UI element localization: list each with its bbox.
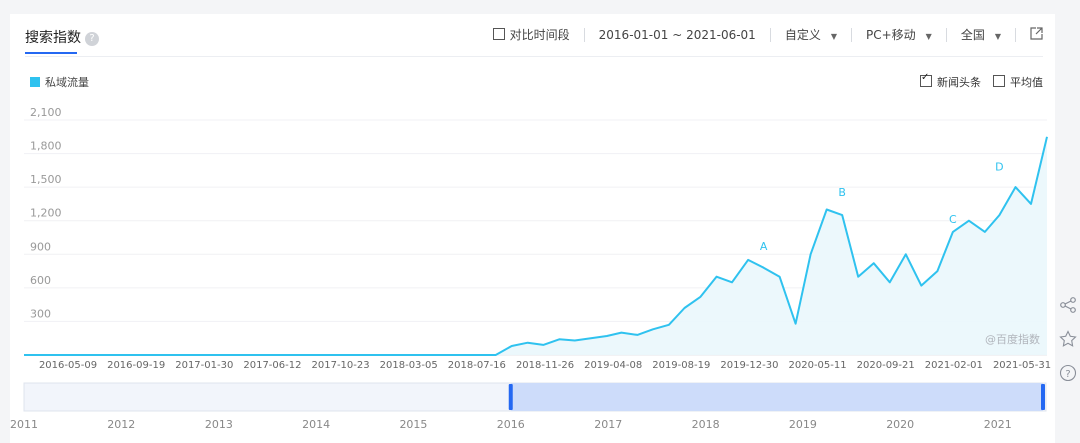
navigator-handle-left bbox=[508, 384, 513, 410]
x-tick-label: 2021-02-01 bbox=[925, 360, 983, 371]
star-icon[interactable] bbox=[1058, 330, 1078, 350]
x-tick-label: 2017-06-12 bbox=[243, 360, 301, 371]
annotation-a: A bbox=[760, 240, 768, 253]
x-tick-label: 2016-05-09 bbox=[39, 360, 97, 371]
navigator-year-label: 2021 bbox=[984, 418, 1012, 431]
navigator-year-label: 2016 bbox=[497, 418, 525, 431]
y-tick-label: 300 bbox=[30, 307, 51, 320]
navigator-handle-right bbox=[1041, 384, 1045, 410]
share-icon[interactable] bbox=[1058, 296, 1078, 316]
x-tick-label: 2020-05-11 bbox=[789, 360, 847, 371]
side-toolbar: ? bbox=[1058, 296, 1078, 384]
navigator-year-label: 2015 bbox=[399, 418, 427, 431]
navigator-year-label: 2012 bbox=[107, 418, 135, 431]
y-tick-label: 1,800 bbox=[30, 140, 62, 153]
navigator-year-label: 2019 bbox=[789, 418, 817, 431]
x-tick-label: 2019-12-30 bbox=[720, 360, 778, 371]
x-tick-label: 2017-01-30 bbox=[175, 360, 233, 371]
x-tick-label: 2017-10-23 bbox=[312, 360, 370, 371]
navigator-year-label: 2013 bbox=[205, 418, 233, 431]
navigator-year-label: 2020 bbox=[886, 418, 914, 431]
y-tick-label: 1,500 bbox=[30, 173, 62, 186]
x-axis: 2016-05-09 2016-09-19 2017-01-30 2017-06-12… bbox=[39, 360, 1051, 371]
x-tick-label: 2016-09-19 bbox=[107, 360, 165, 371]
annotation-c: C bbox=[949, 213, 957, 226]
trend-area bbox=[24, 136, 1047, 355]
x-tick-label: 2018-11-26 bbox=[516, 360, 574, 371]
navigator-year-label: 2011 bbox=[10, 418, 38, 431]
x-tick-label: 2018-03-05 bbox=[380, 360, 438, 371]
trend-chart[interactable]: 300 600 900 1,200 1,500 1,800 2,100 A B C D 2016-… bbox=[0, 0, 1080, 443]
x-tick-label: 2019-08-19 bbox=[652, 360, 710, 371]
annotation-d: D bbox=[995, 160, 1003, 173]
watermark: @百度指数 bbox=[985, 332, 1040, 346]
y-tick-label: 600 bbox=[30, 274, 51, 287]
range-navigator[interactable]: 2011 2012 2013 2014 2015 2016 2017 2018 2019 2020… bbox=[10, 382, 1047, 431]
y-tick-label: 900 bbox=[30, 240, 51, 253]
help-circle-icon[interactable]: ? bbox=[1058, 364, 1078, 384]
navigator-year-label: 2014 bbox=[302, 418, 330, 431]
x-tick-label: 2018-07-16 bbox=[448, 360, 506, 371]
navigator-year-label: 2018 bbox=[692, 418, 720, 431]
x-tick-label: 2019-04-08 bbox=[584, 360, 642, 371]
x-tick-label: 2021-05-31 bbox=[993, 360, 1051, 371]
y-tick-label: 1,200 bbox=[30, 207, 62, 220]
annotation-b: B bbox=[838, 186, 846, 199]
x-tick-label: 2020-09-21 bbox=[857, 360, 915, 371]
svg-text:?: ? bbox=[1065, 369, 1070, 380]
navigator-year-label: 2017 bbox=[594, 418, 622, 431]
y-tick-label: 2,100 bbox=[30, 106, 62, 119]
navigator-selection bbox=[510, 383, 1044, 411]
